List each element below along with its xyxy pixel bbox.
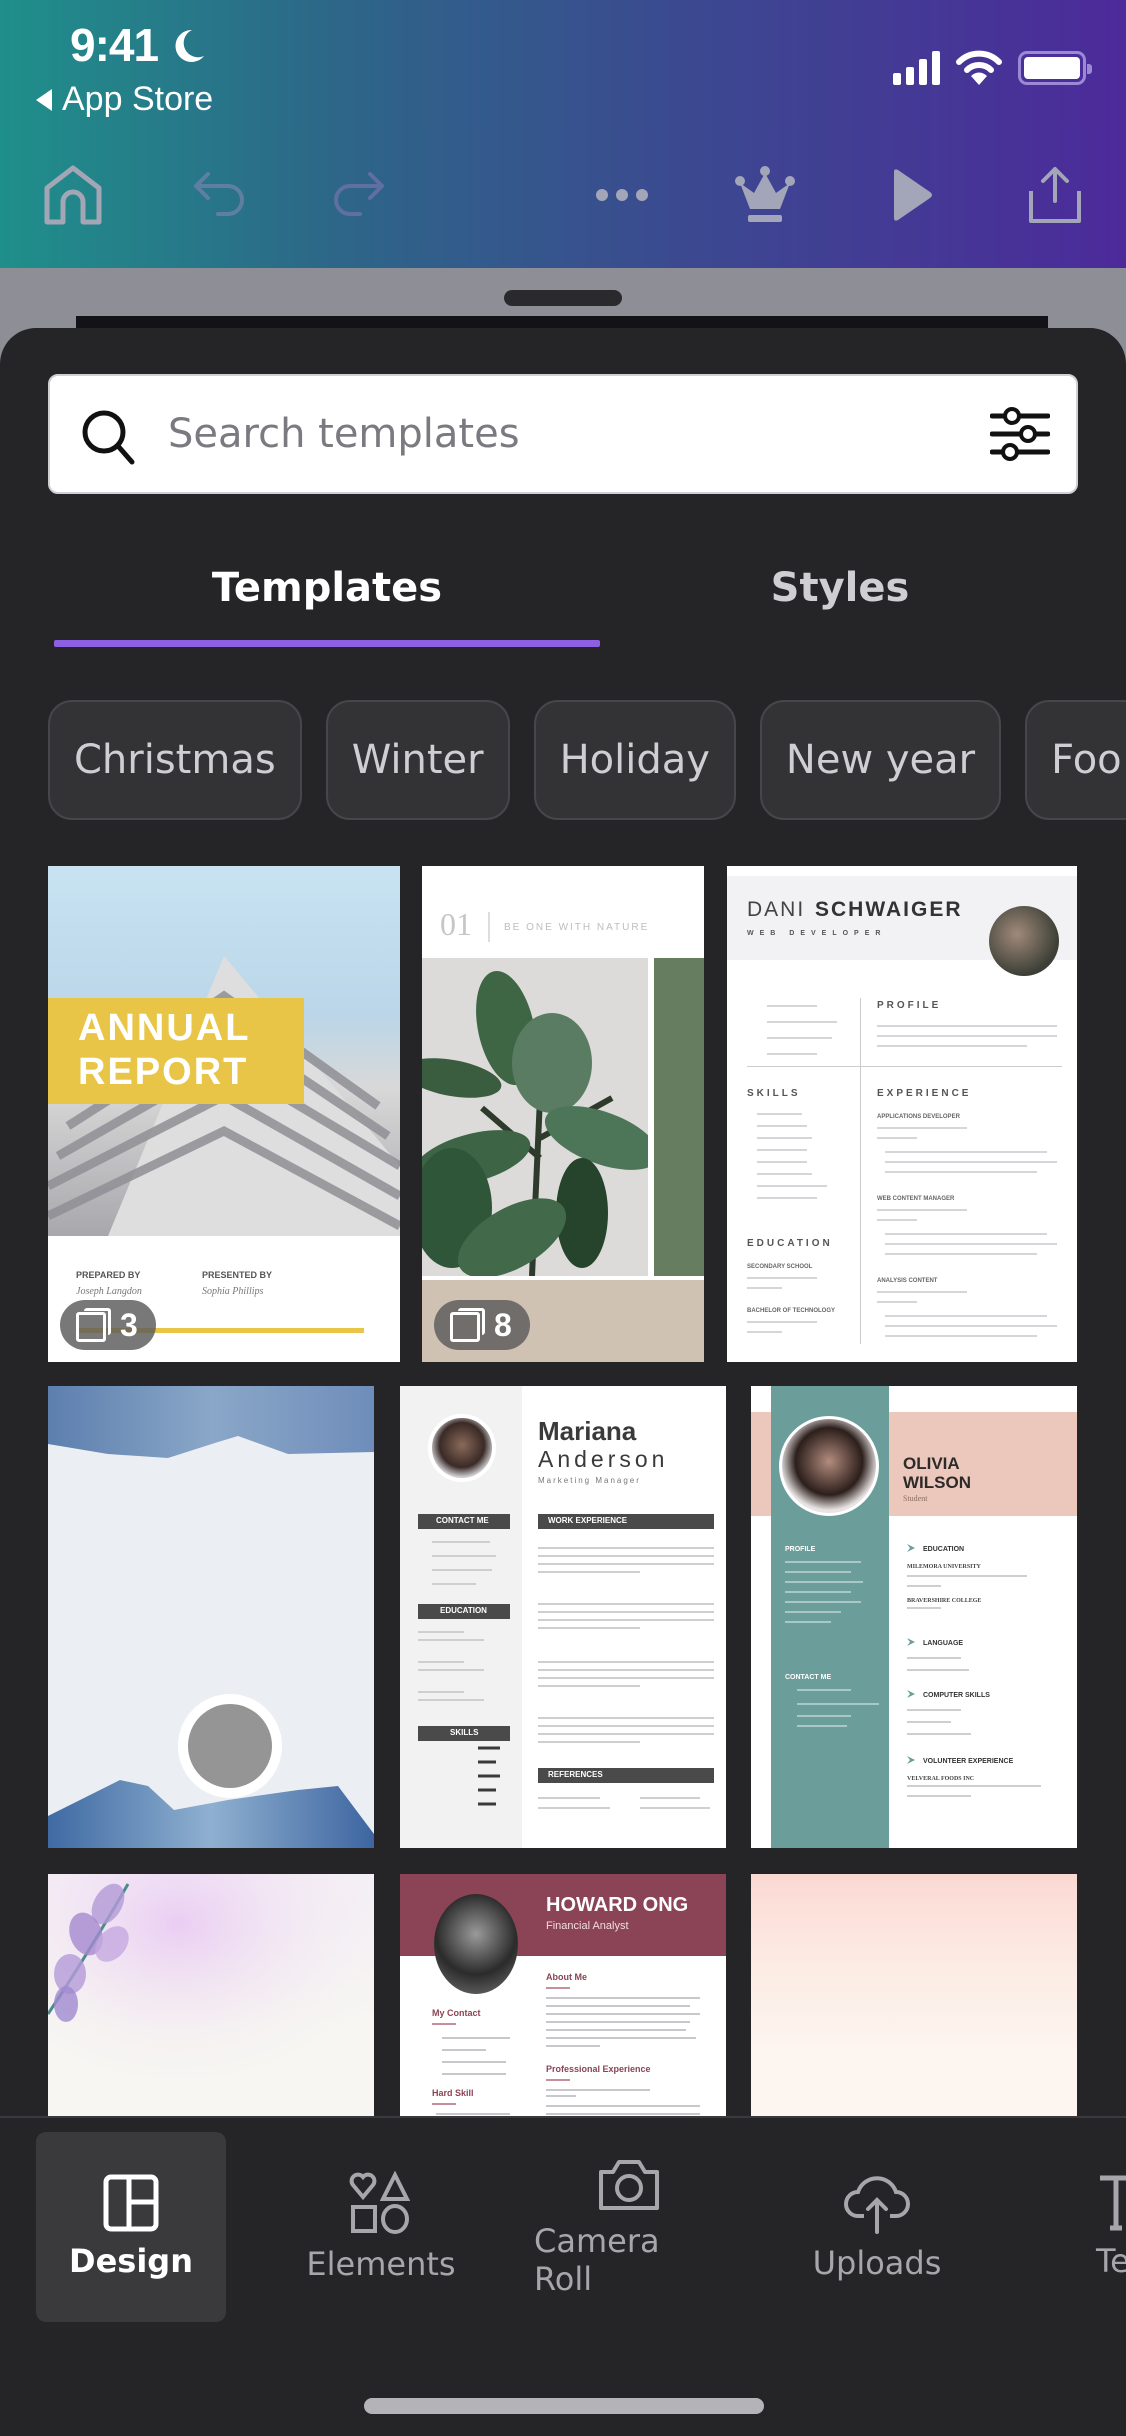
nav-camera-roll-label: Camera Roll — [534, 2222, 660, 2298]
sheet-grabber-handle[interactable] — [504, 290, 622, 306]
templates-panel: Templates Styles Christmas Winter Holida… — [0, 328, 1126, 2118]
prepared-by-name: Joseph Langdon — [76, 1286, 142, 1297]
filter-sliders-icon — [989, 407, 1051, 461]
annual-title-line1: ANNUAL — [78, 1007, 251, 1049]
editor-toolbar — [0, 155, 1126, 235]
status-indicators — [893, 50, 1092, 86]
back-arrow-icon — [36, 88, 52, 111]
battery-icon — [1018, 51, 1092, 85]
present-button[interactable] — [877, 155, 947, 235]
search-templates-input[interactable] — [168, 396, 988, 472]
template-annual-report[interactable]: ANNUAL REPORT PREPARED BY Joseph Langdon… — [48, 866, 400, 1362]
cellular-signal-icon — [893, 51, 940, 85]
floral-art — [48, 1874, 374, 2118]
home-indicator[interactable] — [364, 2398, 764, 2414]
search-icon — [82, 410, 135, 465]
cloud-upload-icon — [844, 2176, 910, 2234]
resume-placeholder-lines — [747, 1005, 1057, 1337]
page-count-badge: 8 — [434, 1300, 530, 1350]
template-pink-watercolor-blank[interactable] — [751, 1874, 1077, 2118]
page-count: 8 — [494, 1306, 512, 1343]
nav-elements-label: Elements — [306, 2245, 456, 2283]
prepared-by-label: PREPARED BY — [76, 1270, 141, 1280]
category-chips: Christmas Winter Holiday New year Foo — [48, 700, 1126, 820]
text-icon — [1100, 2175, 1126, 2231]
presented-by-label: PRESENTED BY — [202, 1270, 273, 1280]
template-howard-ong-resume[interactable]: HOWARD ONG Financial Analyst About Me My… — [400, 1874, 726, 2118]
undo-button[interactable] — [185, 155, 255, 235]
chip-holiday[interactable]: Holiday — [533, 700, 736, 820]
redo-icon — [334, 172, 384, 216]
resume-placeholder-lines — [432, 1987, 700, 2115]
nav-uploads-label: Uploads — [812, 2244, 942, 2282]
more-options-button[interactable] — [587, 155, 657, 235]
tab-styles[interactable]: Styles — [600, 528, 1080, 648]
active-tab-indicator — [54, 640, 600, 647]
annual-title-line2: REPORT — [78, 1051, 249, 1093]
elements-shapes-icon — [349, 2171, 411, 2234]
nature-divider — [488, 912, 490, 942]
nav-text[interactable]: Te — [1030, 2132, 1126, 2322]
bottom-navigation: Design Elements Camera Roll Uploads Te — [0, 2116, 1126, 2436]
nature-tagline: BE ONE WITH NATURE — [504, 922, 650, 933]
nav-camera-roll[interactable]: Camera Roll — [534, 2132, 724, 2322]
nature-number: 01 — [440, 906, 472, 942]
camera-icon — [599, 2160, 659, 2210]
design-layout-icon — [103, 2174, 159, 2232]
filter-button[interactable] — [989, 406, 1051, 467]
home-icon — [44, 165, 102, 225]
more-icon — [596, 189, 648, 201]
wifi-icon — [956, 50, 1002, 85]
chip-new-year[interactable]: New year — [759, 700, 1002, 820]
premium-button[interactable] — [730, 155, 800, 235]
chip-winter[interactable]: Winter — [325, 700, 510, 820]
home-button[interactable] — [38, 155, 108, 235]
chip-christmas[interactable]: Christmas — [48, 700, 302, 820]
template-mariana-anderson-resume[interactable]: Mariana Anderson Marketing Manager CONTA… — [400, 1386, 726, 1848]
app-header: 9:41 App Store — [0, 0, 1126, 268]
back-to-app-store[interactable]: App Store — [36, 80, 213, 119]
presented-by-name: Sophia Phillips — [202, 1286, 264, 1297]
page-count-badge: 3 — [60, 1300, 156, 1350]
nav-design-label: Design — [69, 2242, 193, 2280]
template-watercolor-blank[interactable] — [48, 1386, 374, 1848]
chip-food[interactable]: Foo — [1025, 700, 1126, 820]
search-bar — [48, 374, 1078, 494]
panel-tabs: Templates Styles — [0, 528, 1126, 648]
tab-templates[interactable]: Templates — [54, 528, 600, 648]
undo-icon — [194, 172, 244, 216]
template-dani-schwaiger-resume[interactable]: DANI SCHWAIGER WEB DEVELOPER PROFILE SKI… — [727, 866, 1077, 1362]
redo-button[interactable] — [323, 155, 393, 235]
moon-icon — [175, 29, 204, 62]
nav-design[interactable]: Design — [36, 2132, 226, 2322]
play-icon — [894, 169, 932, 221]
template-floral-blank[interactable] — [48, 1874, 374, 2118]
page-count: 3 — [120, 1306, 138, 1343]
nav-uploads[interactable]: Uploads — [782, 2132, 972, 2322]
title-banner: ANNUAL REPORT — [48, 998, 304, 1104]
share-icon — [1029, 167, 1081, 223]
share-button[interactable] — [1020, 155, 1090, 235]
resume-placeholder-lines — [418, 1541, 714, 1809]
resume-details — [785, 1544, 1041, 1797]
crown-icon — [735, 166, 795, 222]
watercolor-art — [48, 1386, 374, 1848]
nav-elements[interactable]: Elements — [286, 2132, 476, 2322]
green-bar — [654, 958, 704, 1276]
nav-text-label: Te — [1096, 2242, 1126, 2280]
pages-icon — [450, 1308, 485, 1342]
template-olivia-wilson-resume[interactable]: OLIVIA WILSON Student PROFILE CONTACT ME… — [751, 1386, 1077, 1848]
pages-icon — [76, 1308, 111, 1342]
status-time: 9:41 — [70, 19, 159, 71]
plant-photo — [422, 958, 648, 1276]
back-label: App Store — [62, 80, 214, 118]
template-be-one-with-nature[interactable]: 01 BE ONE WITH NATURE 8 — [422, 866, 704, 1362]
